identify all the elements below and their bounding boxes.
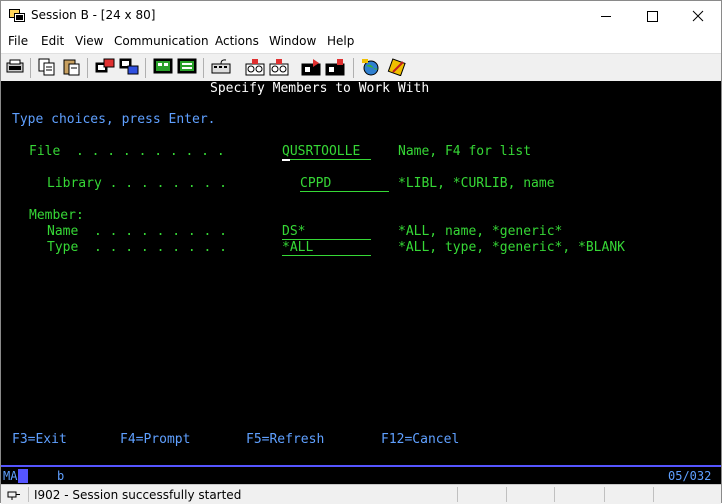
edit-macro-icon[interactable] (387, 58, 407, 76)
library-label: Library . . . . . . . . (47, 176, 228, 191)
toolbar-separator (87, 58, 88, 78)
name-label: Name . . . . . . . . . (47, 224, 228, 239)
menu-view[interactable]: View (75, 34, 103, 48)
send-icon[interactable] (95, 58, 115, 76)
type-label: Type . . . . . . . . . (47, 240, 228, 255)
library-input[interactable]: CPPD (300, 176, 389, 192)
screen-heading: Specify Members to Work With (210, 81, 430, 96)
window-title: Session B - [24 x 80] (31, 8, 156, 22)
close-button[interactable] (675, 1, 721, 31)
toolbar (1, 53, 721, 83)
status-divider (28, 487, 29, 502)
toolbar-separator (353, 58, 354, 78)
copy-icon[interactable] (37, 58, 57, 76)
menu-edit[interactable]: Edit (41, 34, 64, 48)
terminal-screen[interactable]: Specify Members to Work With Type choice… (1, 81, 721, 465)
oia-indicator: b (57, 469, 65, 483)
file-label: File . . . . . . . . . . (29, 144, 225, 159)
status-divider (457, 487, 458, 502)
toolbar-separator (203, 58, 204, 78)
menu-actions[interactable]: Actions (215, 34, 259, 48)
toolbar-separator (30, 58, 31, 78)
status-divider (604, 487, 605, 502)
operator-info-area: MA b 05/032 (1, 465, 721, 486)
support-icon[interactable] (361, 58, 381, 76)
maximize-button[interactable] (629, 1, 675, 31)
close-icon (692, 10, 704, 22)
receive-icon[interactable] (119, 58, 139, 76)
instruction-text: Type choices, press Enter. (12, 112, 216, 127)
member-label: Member: (29, 208, 84, 223)
play-macro-icon[interactable] (269, 58, 289, 76)
paste-icon[interactable] (61, 58, 81, 76)
name-value: DS* (282, 224, 306, 239)
status-divider (506, 487, 507, 502)
library-hint: *LIBL, *CURLIB, name (398, 176, 555, 191)
minimize-icon (601, 16, 611, 17)
file-value: QUSRTOOLLE (282, 144, 361, 159)
record-macro-icon[interactable] (245, 58, 265, 76)
fkey-exit[interactable]: F3=Exit (12, 432, 67, 448)
status-bar: I902 - Session successfully started (1, 484, 721, 504)
status-divider (554, 487, 555, 502)
toolbar-separator (145, 58, 146, 78)
status-divider (653, 487, 654, 502)
fkey-prompt[interactable]: F4=Prompt (120, 432, 190, 448)
app-icon (9, 9, 25, 22)
menu-file[interactable]: File (8, 34, 28, 48)
keyboard-icon[interactable] (211, 58, 231, 76)
menu-window[interactable]: Window (269, 34, 316, 48)
file-input[interactable]: QUSRTOOLLE (282, 144, 371, 160)
emulator-window: Session B - [24 x 80] File Edit View Com… (0, 0, 722, 504)
maximize-icon (647, 11, 658, 22)
type-value: *ALL (282, 240, 314, 255)
menu-help[interactable]: Help (327, 34, 354, 48)
title-bar[interactable]: Session B - [24 x 80] (1, 1, 721, 32)
library-value: CPPD (300, 176, 332, 191)
print-screen-icon[interactable] (5, 58, 25, 76)
name-input[interactable]: DS* (282, 224, 371, 240)
oia-block (18, 469, 28, 483)
oia-mode: MA (1, 469, 29, 484)
type-hint: *ALL, type, *generic*, *BLANK (398, 240, 625, 255)
menu-communication[interactable]: Communication (114, 34, 209, 48)
menu-bar: File Edit View Communication Actions Win… (1, 32, 721, 52)
macro-icon[interactable] (177, 58, 197, 76)
fkey-refresh[interactable]: F5=Refresh (246, 432, 324, 448)
stop-macro-icon[interactable] (301, 58, 321, 76)
run-macro-icon[interactable] (325, 58, 345, 76)
type-input[interactable]: *ALL (282, 240, 371, 256)
cursor-position: 05/032 (668, 469, 712, 483)
name-hint: *ALL, name, *generic* (398, 224, 563, 239)
minimize-button[interactable] (583, 1, 629, 31)
file-hint: Name, F4 for list (398, 144, 532, 159)
text-cursor (282, 159, 290, 161)
fkey-cancel[interactable]: F12=Cancel (381, 432, 459, 448)
session-connected-icon (7, 491, 20, 500)
display-icon[interactable] (153, 58, 173, 76)
status-message: I902 - Session successfully started (34, 488, 242, 502)
